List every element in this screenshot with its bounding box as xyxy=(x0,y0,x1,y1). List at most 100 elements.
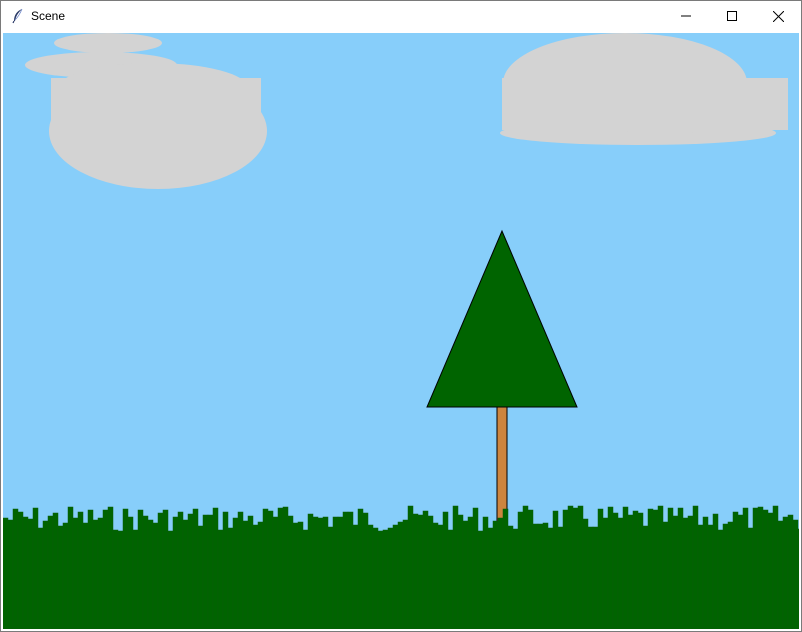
grass-blade xyxy=(82,522,89,629)
grass-blade xyxy=(712,513,719,629)
grass-blade xyxy=(477,530,484,629)
grass-blade xyxy=(677,507,684,629)
grass-blade xyxy=(3,517,9,629)
grass-blade xyxy=(397,521,404,629)
grass-blade xyxy=(667,507,674,629)
grass-blade xyxy=(307,513,314,629)
grass-blade xyxy=(692,505,699,629)
grass-blade xyxy=(297,521,304,629)
grass-blade xyxy=(77,511,84,629)
grass-blade xyxy=(662,521,669,629)
grass-blade xyxy=(257,521,264,629)
grass-blade xyxy=(202,514,209,629)
grass-blade xyxy=(292,522,299,629)
grass-blade xyxy=(287,515,294,629)
grass-blade xyxy=(527,509,534,629)
tree-trunk xyxy=(496,402,508,528)
grass-blade xyxy=(722,523,729,629)
grass-blade xyxy=(652,509,659,629)
grass-blade xyxy=(647,508,654,629)
grass-blade xyxy=(412,513,419,629)
app-window: Scene xyxy=(0,0,802,632)
grass-blade xyxy=(177,511,184,629)
grass-blade xyxy=(152,522,159,629)
grass-blade xyxy=(627,514,634,629)
grass-blade xyxy=(587,526,594,629)
close-button[interactable] xyxy=(755,1,801,31)
grass-blade xyxy=(127,516,134,629)
grass-blade xyxy=(422,510,429,629)
minimize-button[interactable] xyxy=(663,1,709,31)
grass-blade xyxy=(637,512,644,629)
maximize-button[interactable] xyxy=(709,1,755,31)
grass-blade xyxy=(47,515,54,629)
grass-blade xyxy=(407,505,414,629)
grass-blade xyxy=(352,524,359,629)
grass-blade xyxy=(162,509,169,629)
grass-blade xyxy=(607,506,614,629)
grass-blade xyxy=(657,505,664,629)
grass-blade xyxy=(72,517,79,629)
grass-blade xyxy=(67,506,74,629)
grass-blade xyxy=(592,526,599,629)
grass-blade xyxy=(682,517,689,629)
grass-blade xyxy=(282,506,289,629)
grass-blade xyxy=(197,525,204,629)
grass-blade xyxy=(262,508,269,629)
scene-canvas[interactable] xyxy=(3,33,799,629)
grass-blade xyxy=(567,505,574,629)
grass-blade xyxy=(632,510,639,629)
grass-blade xyxy=(787,514,794,629)
grass-blade xyxy=(122,508,129,629)
grass-blade xyxy=(392,524,399,629)
grass-blade xyxy=(452,505,459,629)
grass-blade xyxy=(792,519,799,629)
grass-blade xyxy=(267,510,274,629)
scene-drawing xyxy=(3,33,799,629)
grass-blade xyxy=(42,520,49,629)
grass-blade xyxy=(247,515,254,629)
grass-blade xyxy=(497,517,504,629)
grass-blade xyxy=(107,506,114,629)
grass-blade xyxy=(22,516,29,629)
grass-blade xyxy=(602,517,609,629)
grass-blade xyxy=(132,529,139,629)
grass-blade xyxy=(367,524,374,629)
grass-blade xyxy=(782,516,789,629)
grass-blade xyxy=(347,511,354,629)
grass-blade xyxy=(237,511,244,629)
grass-blade xyxy=(387,527,394,629)
grass-blade xyxy=(492,520,499,629)
grass-blade xyxy=(557,526,564,629)
title-bar[interactable]: Scene xyxy=(1,1,801,31)
grass-blade xyxy=(672,515,679,629)
grass-blade xyxy=(517,511,524,629)
grass-blade xyxy=(277,507,284,629)
grass-blade xyxy=(717,529,724,629)
grass-blade xyxy=(417,514,424,629)
grass-blade xyxy=(102,509,109,629)
grass-blade xyxy=(727,521,734,629)
grass-blade xyxy=(332,516,339,629)
grass-blade xyxy=(757,506,764,629)
grass-blade xyxy=(437,524,444,629)
grass-blade xyxy=(252,524,259,629)
grass-blade xyxy=(322,516,329,629)
grass-blade xyxy=(302,529,309,629)
grass-blade xyxy=(537,523,544,629)
grass-blade xyxy=(342,511,349,629)
grass-blade xyxy=(642,525,649,629)
grass-blade xyxy=(57,525,64,629)
grass-blade xyxy=(572,507,579,629)
grass-blade xyxy=(182,519,189,629)
grass-blade xyxy=(547,527,554,629)
grass-blade xyxy=(97,517,104,629)
grass-blade xyxy=(142,515,149,629)
grass-blade xyxy=(597,508,604,629)
grass-blade xyxy=(52,512,59,629)
grass-blade xyxy=(167,530,174,629)
grass-blade xyxy=(12,508,19,629)
feather-icon xyxy=(11,8,25,24)
grass-blade xyxy=(17,511,24,629)
grass-blade xyxy=(522,505,529,629)
